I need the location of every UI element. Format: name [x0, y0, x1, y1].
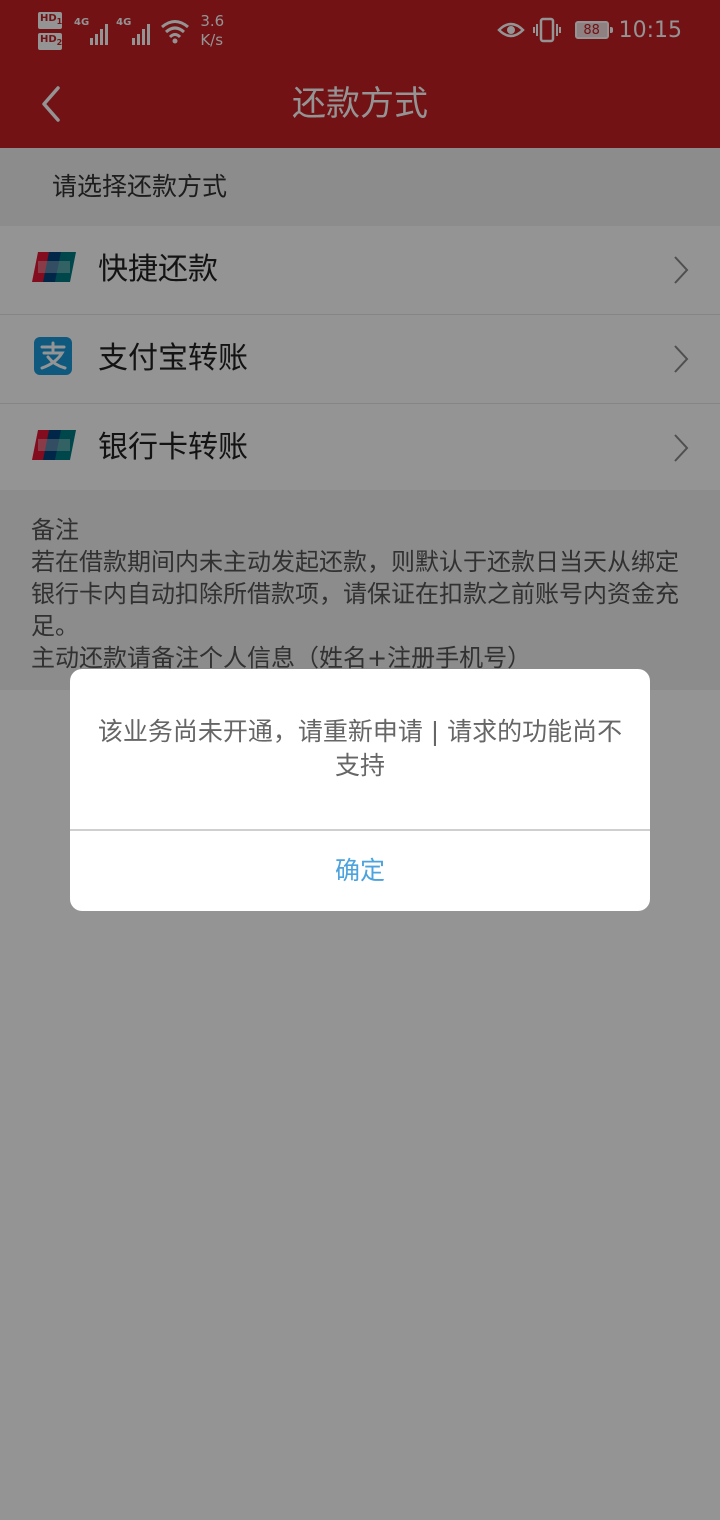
- alert-dialog: 该业务尚未开通，请重新申请 | 请求的功能尚不支持 确定: [70, 669, 650, 911]
- confirm-button[interactable]: 确定: [70, 831, 650, 911]
- dialog-message: 该业务尚未开通，请重新申请 | 请求的功能尚不支持: [97, 717, 623, 780]
